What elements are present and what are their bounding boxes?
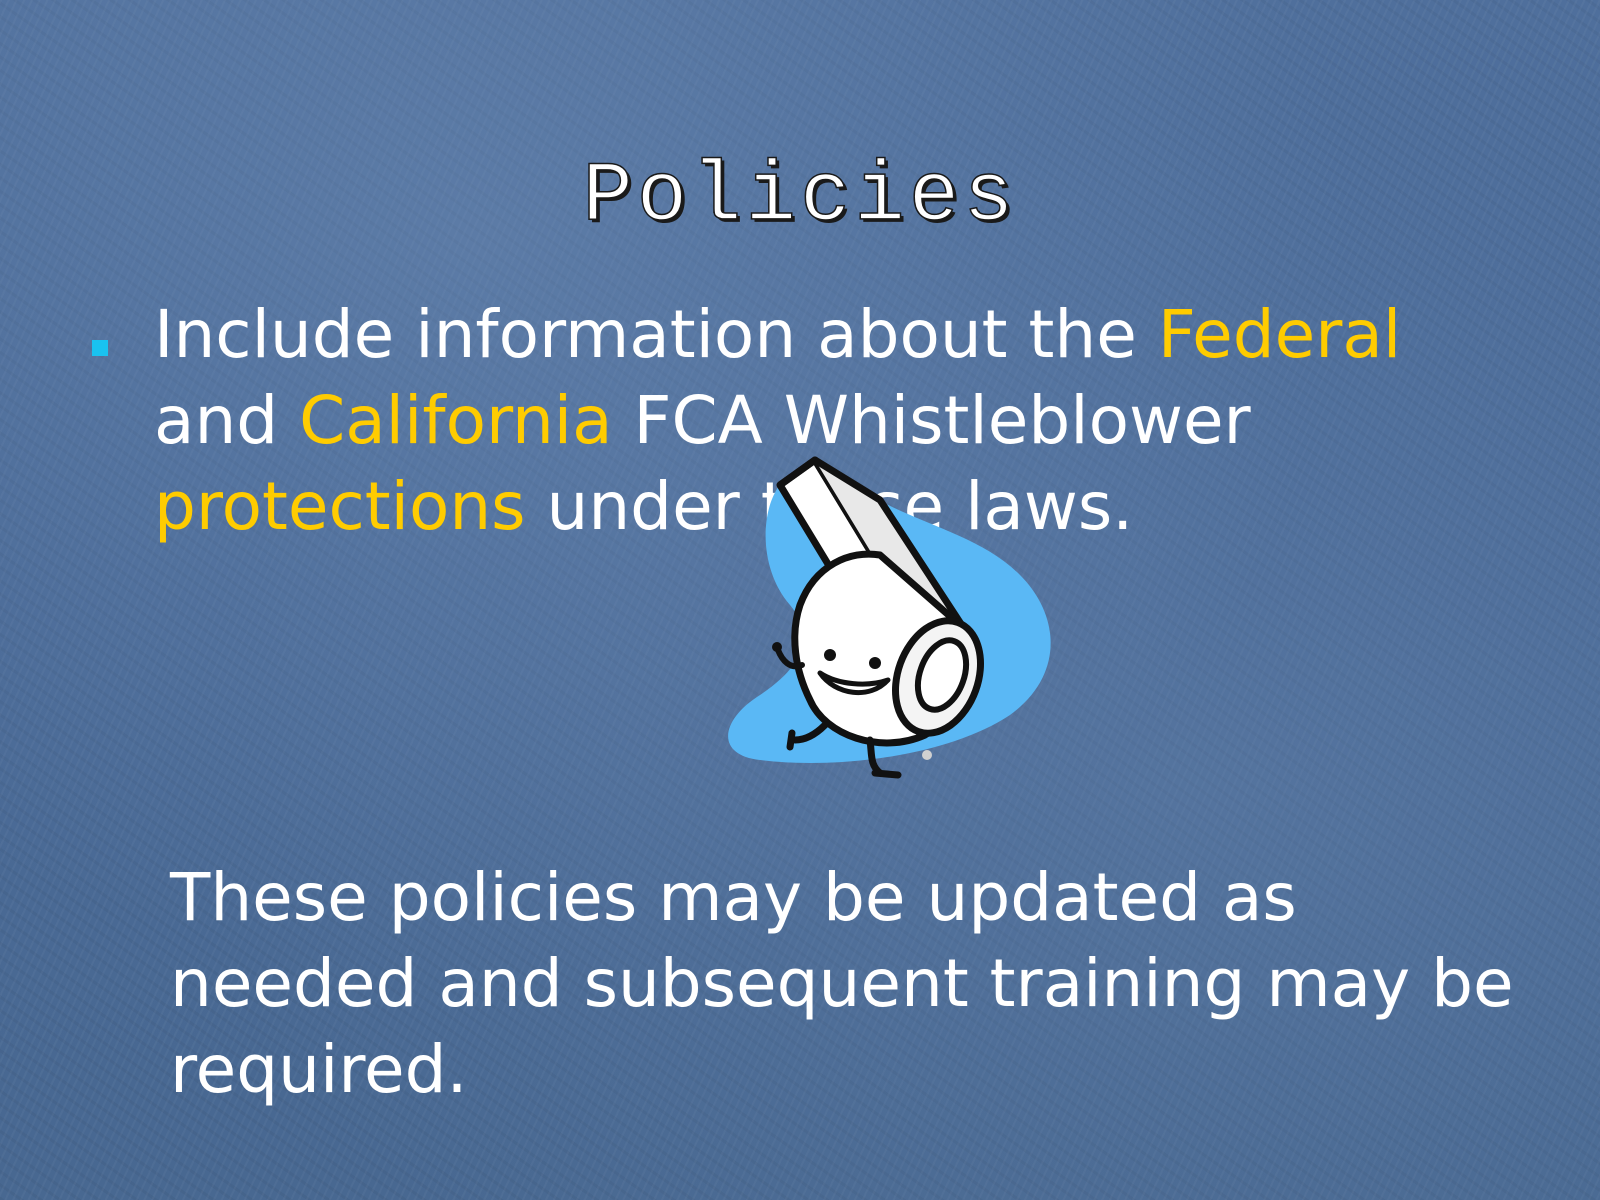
highlight-federal: Federal	[1157, 296, 1402, 373]
highlight-protections: protections	[154, 468, 526, 545]
bullet-text-part1: Include information about the	[154, 296, 1158, 373]
bullet-text-part2: and	[154, 382, 300, 459]
bullet-square-icon	[92, 340, 108, 356]
closing-note: These policies may be updated as needed …	[170, 859, 1514, 1108]
slide-title: Policies	[582, 149, 1018, 246]
slide: Policies Include information about the F…	[0, 0, 1600, 1200]
whistle-character-icon	[728, 456, 1051, 779]
highlight-california: California	[299, 382, 613, 459]
bullet-text-part3: FCA Whistleblower	[612, 382, 1251, 459]
